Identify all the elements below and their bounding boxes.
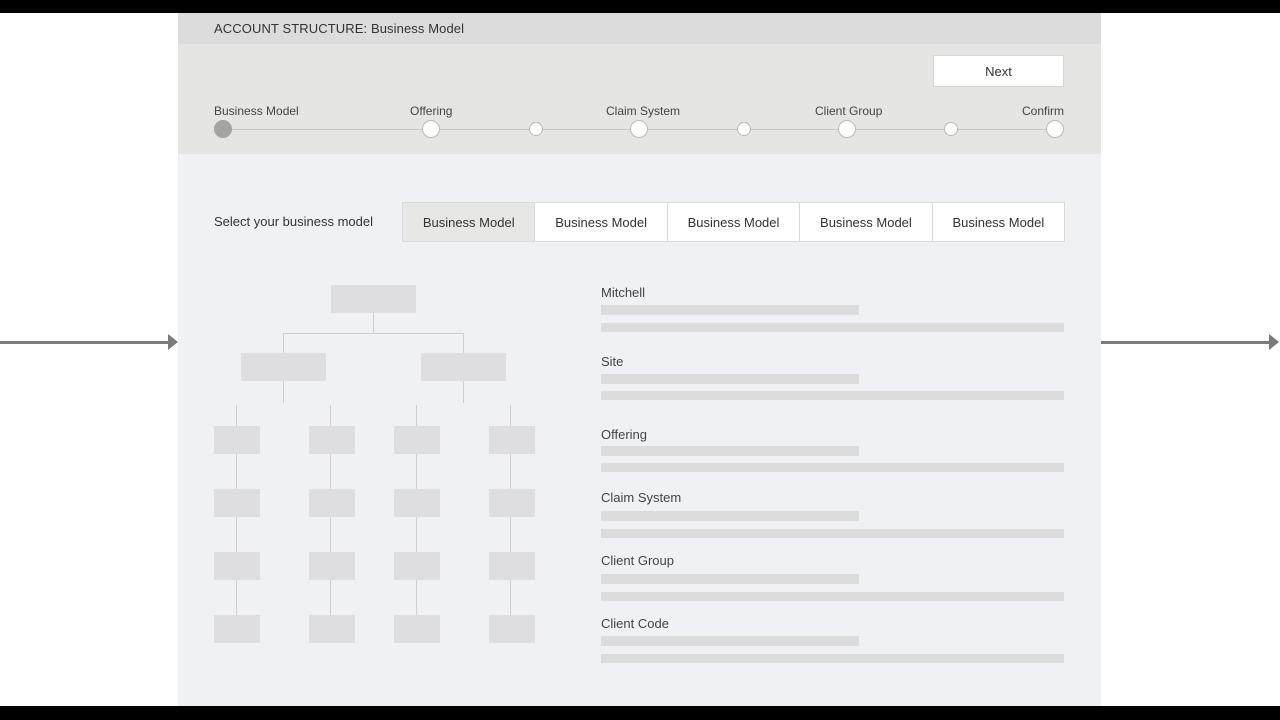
tree-leaf-node — [214, 426, 260, 454]
field-placeholder-bar — [601, 305, 859, 315]
step-dot-claim-system[interactable] — [630, 120, 648, 138]
field-placeholder-bar — [601, 574, 859, 584]
tree-connector — [463, 381, 464, 403]
tree-leaf-node — [394, 552, 440, 580]
field-placeholder-bar — [601, 446, 859, 456]
step-label-business-model: Business Model — [214, 104, 299, 118]
tab-business-model-5[interactable]: Business Model — [931, 203, 1064, 241]
step-substep-dot[interactable] — [529, 122, 543, 136]
field-input-placeholder[interactable] — [601, 391, 1064, 400]
page-header: ACCOUNT STRUCTURE: Business Model — [178, 13, 1101, 44]
tree-connector — [283, 333, 284, 353]
step-label-client-group: Client Group — [815, 104, 883, 118]
field-placeholder-bar — [601, 511, 859, 521]
tree-leaf-node — [489, 552, 535, 580]
step-substep-dot[interactable] — [944, 122, 958, 136]
tree-connector — [283, 333, 463, 334]
left-flow-arrow — [0, 334, 178, 350]
tab-business-model-2[interactable]: Business Model — [534, 203, 666, 241]
tree-connector — [373, 313, 374, 333]
field-input-placeholder[interactable] — [601, 654, 1064, 663]
step-label-offering: Offering — [410, 104, 453, 118]
stepper-band: Next Business Model Offering Claim Syste… — [178, 44, 1101, 154]
tree-leaf-node — [394, 426, 440, 454]
tree-leaf-node — [394, 615, 440, 643]
business-model-tabs: Business Model Business Model Business M… — [402, 202, 1065, 242]
next-button[interactable]: Next — [933, 55, 1064, 87]
field-label-claim-system: Claim System — [601, 490, 682, 505]
tab-business-model-1[interactable]: Business Model — [403, 203, 535, 241]
tree-leaf-node — [489, 615, 535, 643]
step-dot-client-group[interactable] — [838, 120, 856, 138]
field-label-client-group: Client Group — [601, 553, 674, 568]
tree-leaf-node — [214, 552, 260, 580]
tree-root-node — [331, 285, 416, 313]
tree-leaf-node — [309, 615, 355, 643]
bottom-letterbox — [0, 706, 1280, 720]
arrow-right-icon — [168, 334, 178, 350]
field-input-placeholder[interactable] — [601, 529, 1064, 538]
step-substep-dot[interactable] — [737, 122, 751, 136]
tree-leaf-node — [214, 489, 260, 517]
step-dot-offering[interactable] — [422, 120, 440, 138]
tree-leaf-node — [489, 489, 535, 517]
tree-connector — [283, 381, 284, 403]
tree-leaf-node — [309, 552, 355, 580]
page-title: ACCOUNT STRUCTURE: Business Model — [214, 21, 465, 36]
wizard-frame: ACCOUNT STRUCTURE: Business Model Next B… — [178, 13, 1101, 706]
field-placeholder-bar — [601, 374, 859, 384]
step-label-claim-system: Claim System — [606, 104, 681, 118]
field-label-offering: Offering — [601, 427, 648, 442]
tab-business-model-3[interactable]: Business Model — [666, 203, 799, 241]
step-label-confirm: Confirm — [1022, 104, 1065, 118]
field-label-client-code: Client Code — [601, 616, 669, 631]
field-input-placeholder[interactable] — [601, 463, 1064, 472]
tab-business-model-4[interactable]: Business Model — [799, 203, 931, 241]
field-input-placeholder[interactable] — [601, 592, 1064, 601]
tree-connector — [463, 333, 464, 353]
field-label-mitchell: Mitchell — [601, 285, 646, 300]
top-letterbox — [0, 0, 1280, 13]
tree-branch-node — [421, 353, 506, 381]
field-placeholder-bar — [601, 636, 859, 646]
arrow-right-icon — [1269, 334, 1279, 350]
right-flow-arrow — [1101, 334, 1279, 350]
tree-leaf-node — [394, 489, 440, 517]
business-model-select-label: Select your business model — [214, 214, 373, 229]
step-dot-confirm[interactable] — [1046, 120, 1064, 138]
tree-leaf-node — [214, 615, 260, 643]
tree-leaf-node — [309, 489, 355, 517]
tree-leaf-node — [309, 426, 355, 454]
field-input-placeholder[interactable] — [601, 323, 1064, 332]
tree-branch-node — [241, 353, 326, 381]
step-dot-business-model[interactable] — [214, 120, 232, 138]
field-label-site: Site — [601, 354, 624, 369]
tree-leaf-node — [489, 426, 535, 454]
